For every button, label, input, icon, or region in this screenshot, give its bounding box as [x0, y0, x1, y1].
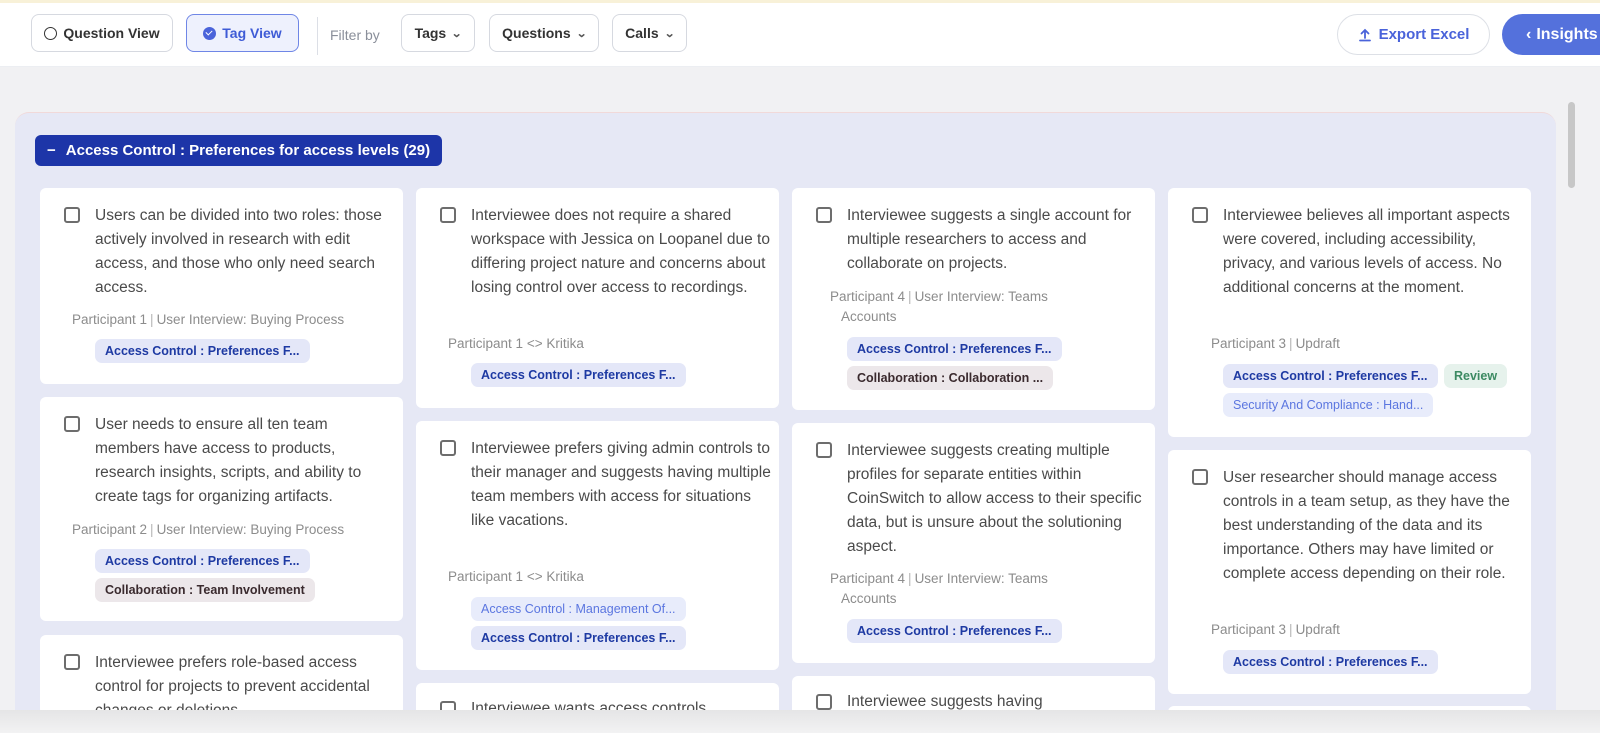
source-label-continued: Accounts	[841, 309, 897, 324]
card-checkbox[interactable]	[1192, 469, 1208, 485]
questions-filter-label: Questions	[502, 25, 571, 41]
participant-label: Participant 1	[72, 312, 148, 327]
chevron-down-icon: ⌄	[575, 27, 587, 40]
insight-card[interactable]: User needs to ensure all ten team member…	[40, 397, 403, 621]
insight-card[interactable]: Users can be divided into two roles: tho…	[40, 188, 403, 384]
insights-button[interactable]: ‹ Insights	[1502, 14, 1600, 55]
card-checkbox[interactable]	[816, 694, 832, 710]
tag-chip[interactable]: Access Control : Preferences F...	[847, 337, 1062, 361]
insight-card[interactable]: Interviewee does not require a shared wo…	[416, 188, 779, 408]
card-meta: Participant 4 | User Interview: Teams Accou…	[830, 289, 1048, 324]
export-excel-label: Export Excel	[1378, 26, 1470, 43]
insight-card[interactable]: Interviewee suggests creating multiple p…	[792, 423, 1155, 663]
participant-label: Participant 1	[448, 569, 524, 584]
source-label: User Interview: Buying Process	[156, 522, 345, 537]
tag-chip[interactable]: Collaboration : Collaboration ...	[847, 366, 1054, 390]
toolbar-divider	[317, 17, 318, 55]
calls-filter-label: Calls	[625, 25, 659, 41]
question-view-toggle[interactable]: Question View	[31, 14, 173, 52]
card-text: User researcher should manage access con…	[1223, 469, 1510, 582]
card-meta: Participant 1 | User Interview: Buying Pro…	[72, 312, 345, 327]
card-checkbox[interactable]	[440, 440, 456, 456]
source-label: User Interview: Buying Process	[156, 312, 345, 327]
source-label: User Interview: Teams	[914, 289, 1048, 304]
participant-label: Participant 4	[830, 571, 906, 586]
insight-card[interactable]: User researcher should manage access con…	[1168, 450, 1531, 694]
tags-filter-dropdown[interactable]: Tags ⌄	[401, 14, 475, 52]
card-text: Interviewee believes all important aspec…	[1223, 207, 1510, 296]
tag-chip[interactable]: Collaboration : Team Involvement	[95, 578, 315, 602]
export-excel-button[interactable]: Export Excel	[1337, 14, 1490, 55]
chevron-left-icon: ‹	[1526, 25, 1532, 43]
card-text: Interviewee does not require a shared wo…	[471, 207, 770, 296]
card-checkbox[interactable]	[64, 416, 80, 432]
participant-label: Participant 3	[1211, 336, 1287, 351]
insight-card[interactable]: Interviewee prefers role-based access co…	[40, 635, 403, 715]
insight-card[interactable]: Interviewee prefers giving admin control…	[416, 421, 779, 670]
participant-label: Participant 2	[72, 522, 148, 537]
card-meta: Participant 3 | Updraft	[1211, 336, 1340, 351]
tag-chip[interactable]: Access Control : Preferences F...	[95, 549, 310, 573]
tag-group-title: Access Control : Preferences for access …	[65, 142, 431, 159]
calls-filter-dropdown[interactable]: Calls ⌄	[612, 14, 687, 52]
source-label: User Interview: Teams	[914, 571, 1048, 586]
card-checkbox[interactable]	[1192, 207, 1208, 223]
participant-label: Participant 1	[448, 336, 524, 351]
tag-chip[interactable]: Access Control : Preferences F...	[95, 339, 310, 363]
card-text: Users can be divided into two roles: tho…	[95, 207, 382, 296]
insight-card[interactable]: Interviewee suggests a single account fo…	[792, 188, 1155, 410]
card-checkbox[interactable]	[440, 207, 456, 223]
question-view-label: Question View	[63, 25, 160, 41]
chevron-down-icon: ⌄	[663, 27, 675, 40]
source-label: <> Kritika	[526, 336, 584, 351]
card-text: Interviewee suggests creating multiple p…	[847, 442, 1142, 555]
collapse-icon: −	[47, 142, 56, 159]
questions-filter-dropdown[interactable]: Questions ⌄	[489, 14, 599, 52]
toolbar: Question View Tag View Filter by Tags ⌄ …	[0, 3, 1600, 67]
tag-chip[interactable]: Access Control : Preferences F...	[1223, 650, 1438, 674]
source-label-continued: Accounts	[841, 591, 897, 606]
tag-chip[interactable]: Access Control : Preferences F...	[471, 363, 686, 387]
tag-chip[interactable]: Access Control : Preferences F...	[1223, 364, 1438, 388]
insights-label: Insights	[1536, 25, 1598, 43]
card-checkbox[interactable]	[816, 207, 832, 223]
check-circle-icon	[203, 26, 217, 40]
card-text: Interviewee prefers role-based access co…	[95, 654, 370, 715]
chevron-down-icon: ⌄	[451, 27, 463, 40]
card-meta: Participant 1 <> Kritika	[448, 334, 768, 354]
card-meta: Participant 4 | User Interview: Teams Accou…	[830, 571, 1048, 606]
card-text: Interviewee suggests a single account fo…	[847, 207, 1132, 272]
review-tag-chip[interactable]: Review	[1444, 364, 1508, 388]
upload-icon	[1358, 28, 1371, 41]
tag-chip[interactable]: Security And Compliance : Hand...	[1223, 393, 1434, 417]
card-checkbox[interactable]	[816, 442, 832, 458]
tag-chip[interactable]: Access Control : Preferences F...	[471, 626, 686, 650]
card-checkbox[interactable]	[64, 207, 80, 223]
tag-chip[interactable]: Access Control : Preferences F...	[847, 619, 1062, 643]
card-text: User needs to ensure all ten team member…	[95, 416, 362, 505]
tags-filter-label: Tags	[414, 25, 447, 41]
card-text: Interviewee prefers giving admin control…	[471, 440, 771, 529]
bottom-edge	[0, 710, 1600, 733]
source-label: Updraft	[1295, 622, 1340, 637]
tag-chip[interactable]: Access Control : Management Of...	[471, 597, 686, 621]
source-label: Updraft	[1295, 336, 1340, 351]
card-meta: Participant 1 <> Kritika	[448, 567, 768, 587]
card-checkbox[interactable]	[64, 654, 80, 670]
participant-label: Participant 4	[830, 289, 906, 304]
vertical-scrollbar[interactable]	[1568, 102, 1575, 188]
participant-label: Participant 3	[1211, 622, 1287, 637]
card-meta: Participant 3 | Updraft	[1211, 622, 1340, 637]
radio-empty-icon	[44, 26, 58, 40]
insight-card[interactable]: Interviewee believes all important aspec…	[1168, 188, 1531, 437]
tag-group-header[interactable]: − Access Control : Preferences for acces…	[35, 135, 443, 166]
card-meta: Participant 2 | User Interview: Buying Pro…	[72, 522, 345, 537]
tag-view-toggle[interactable]: Tag View	[186, 14, 299, 52]
tag-view-label: Tag View	[222, 25, 282, 41]
source-label: <> Kritika	[526, 569, 584, 584]
filter-by-label: Filter by	[330, 27, 380, 43]
